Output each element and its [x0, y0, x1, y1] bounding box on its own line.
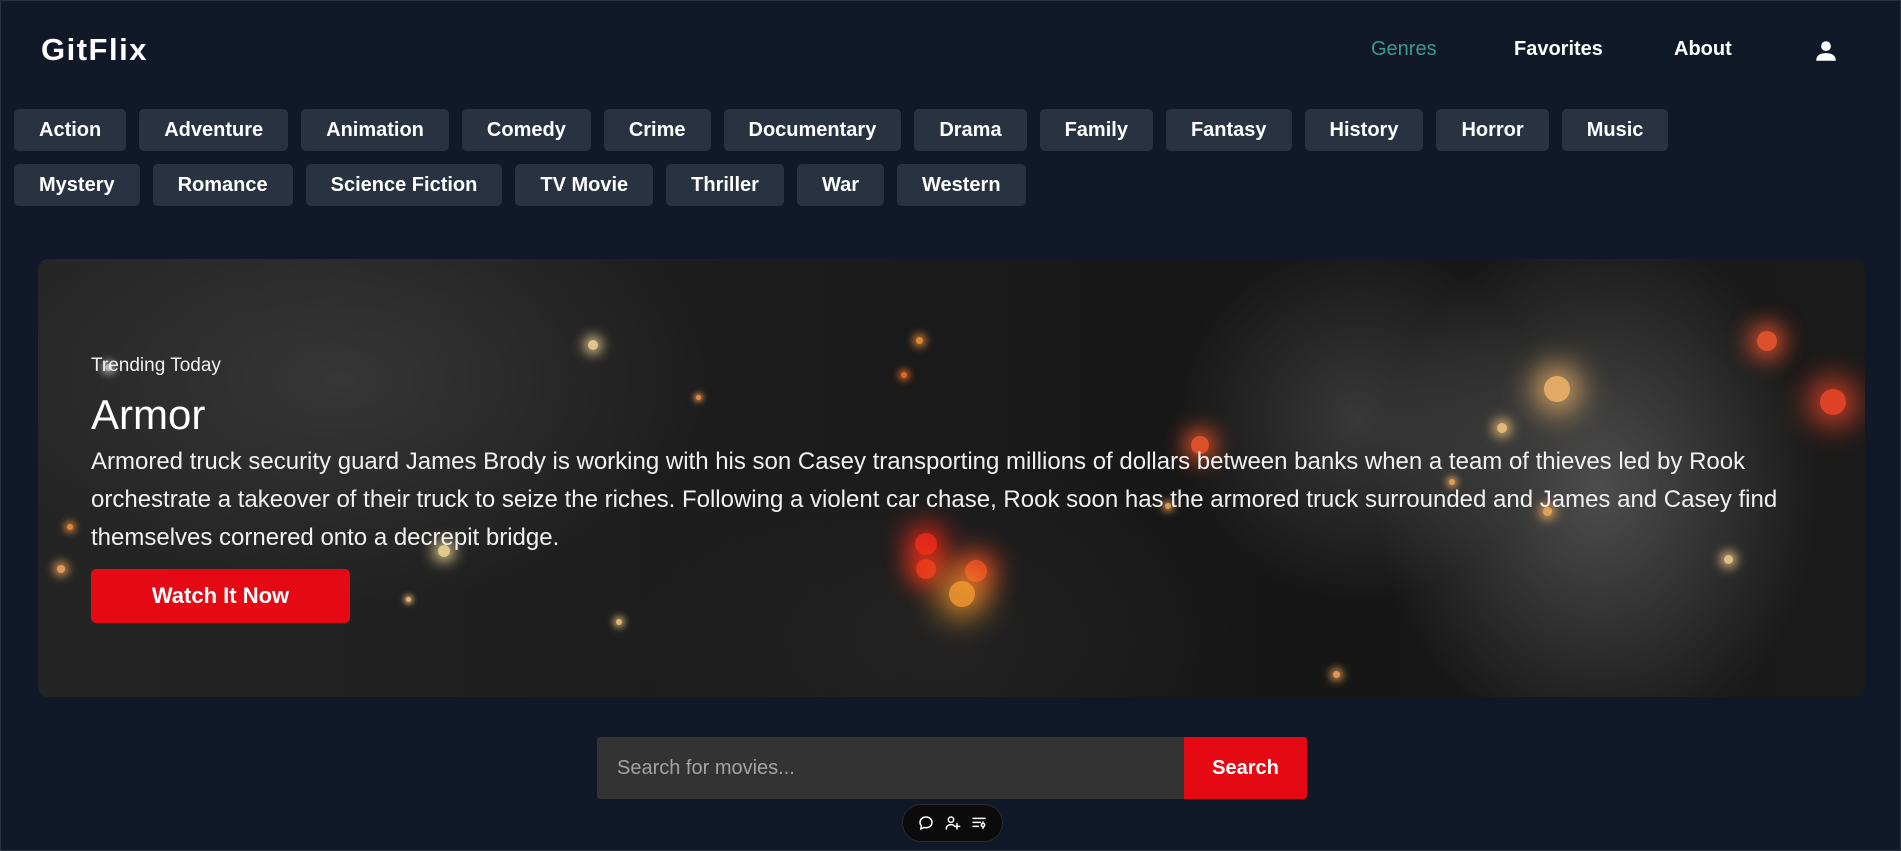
genre-button-history[interactable]: History [1304, 109, 1424, 151]
hero-title: Armor [91, 391, 206, 438]
genre-button-horror[interactable]: Horror [1436, 109, 1549, 151]
search-button[interactable]: Search [1184, 737, 1307, 799]
genre-button-documentary[interactable]: Documentary [723, 109, 902, 151]
genre-button-crime[interactable]: Crime [603, 109, 711, 151]
genre-button-adventure[interactable]: Adventure [139, 109, 289, 151]
genre-button-western[interactable]: Western [897, 164, 1026, 206]
genre-button-action[interactable]: Action [14, 109, 127, 151]
genre-button-mystery[interactable]: Mystery [14, 164, 140, 206]
genre-button-thriller[interactable]: Thriller [666, 164, 784, 206]
genre-list: Action Adventure Animation Comedy Crime Docum… [14, 109, 1784, 206]
app-logo[interactable]: GitFlix [41, 32, 148, 68]
hero-description: Armored truck security guard James Brody… [91, 448, 1778, 551]
genre-button-comedy[interactable]: Comedy [461, 109, 591, 151]
list-settings-icon[interactable] [970, 814, 988, 832]
genre-button-family[interactable]: Family [1039, 109, 1153, 151]
add-user-icon[interactable] [944, 814, 962, 832]
search-input[interactable] [597, 737, 1184, 799]
genre-button-drama[interactable]: Drama [914, 109, 1027, 151]
nav-genres[interactable]: Genres [1371, 38, 1437, 61]
chat-icon[interactable] [917, 814, 935, 832]
user-icon [1816, 41, 1836, 61]
ember-particle [588, 340, 598, 350]
nav-favorites[interactable]: Favorites [1514, 38, 1603, 61]
genre-button-tv-movie[interactable]: TV Movie [515, 164, 654, 206]
hero-content: Trending Today Armor Armored truck secur… [91, 355, 1851, 623]
genre-button-romance[interactable]: Romance [152, 164, 293, 206]
genre-button-war[interactable]: War [796, 164, 884, 206]
top-navbar: GitFlix Genres Favorites About [1, 1, 1901, 99]
ember-particle [67, 524, 73, 530]
user-profile-icon[interactable] [1813, 38, 1839, 64]
ember-particle [57, 565, 65, 573]
floating-toolbar [902, 804, 1003, 842]
search-bar: Search [597, 737, 1307, 799]
genre-button-animation[interactable]: Animation [301, 109, 449, 151]
hero-label: Trending Today [91, 355, 221, 376]
hero-banner: Trending Today Armor Armored truck secur… [38, 259, 1865, 697]
nav-about[interactable]: About [1674, 38, 1732, 61]
genre-button-science-fiction[interactable]: Science Fiction [305, 164, 503, 206]
ember-particle [1332, 670, 1340, 678]
watch-now-button[interactable]: Watch It Now [91, 569, 350, 623]
ember-particle [915, 336, 923, 344]
genre-button-music[interactable]: Music [1561, 109, 1669, 151]
ember-particle [1757, 331, 1777, 351]
genre-button-fantasy[interactable]: Fantasy [1165, 109, 1292, 151]
